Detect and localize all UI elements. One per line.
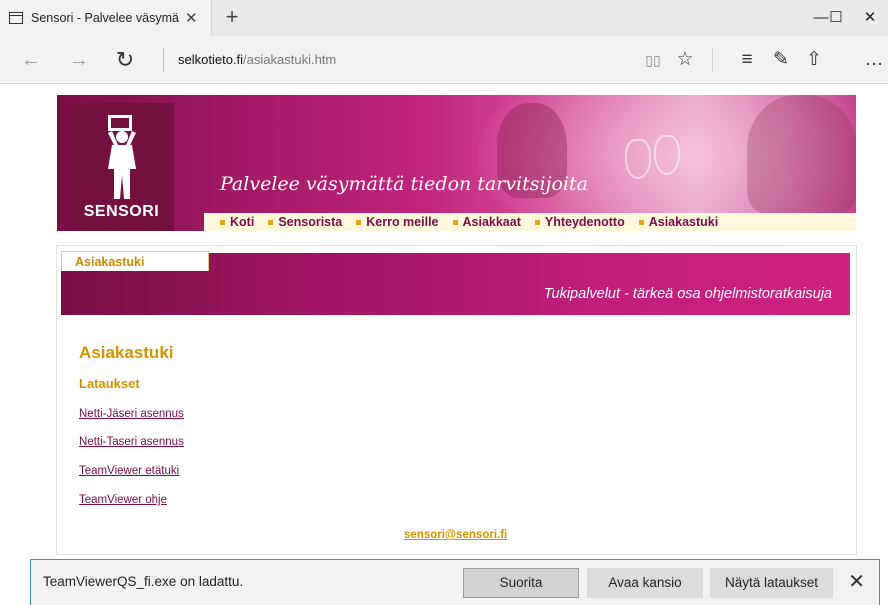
link-teamviewer-ohje[interactable]: TeamViewer ohje	[79, 494, 167, 506]
nav-item-koti[interactable]: Koti	[220, 215, 254, 229]
bullet-icon	[452, 219, 458, 225]
site-slogan: Palvelee väsymättä tiedon tarvitsijoita	[220, 173, 588, 195]
hub-icon[interactable]: ≡	[733, 46, 761, 74]
reading-view-icon[interactable]: ▯▯	[639, 46, 667, 74]
page-icon	[9, 12, 23, 24]
contact-email-link[interactable]: sensori@sensori.fi	[404, 529, 507, 541]
bullet-icon	[268, 219, 274, 225]
browser-tab[interactable]: Sensori - Palvelee väsymä ✕	[0, 0, 212, 36]
nav-item-yhteydenotto[interactable]: Yhteydenotto	[534, 215, 625, 229]
nav-label: Yhteydenotto	[544, 215, 625, 229]
back-button[interactable]: ←	[16, 46, 46, 74]
maximize-button[interactable]: ☐	[818, 0, 854, 36]
logo-text: SENSORI	[83, 203, 160, 220]
new-tab-button[interactable]: +	[219, 5, 245, 31]
refresh-button[interactable]: ↻	[110, 46, 140, 74]
bullet-icon	[356, 219, 362, 225]
downloads-heading: Lataukset	[79, 376, 140, 391]
page-title: Asiakastuki	[79, 343, 174, 362]
section-tab-label: Asiakastuki	[75, 255, 145, 269]
bullet-icon	[638, 219, 644, 225]
url-domain: selkotieto.fi	[178, 52, 244, 67]
more-icon[interactable]: …	[860, 46, 888, 74]
bullet-icon	[534, 219, 540, 225]
forward-button[interactable]: →	[64, 46, 94, 74]
nav-item-sensorista[interactable]: Sensorista	[268, 215, 342, 229]
close-window-button[interactable]: ✕	[852, 0, 888, 36]
nav-label: Kerro meille	[366, 215, 439, 229]
download-message: TeamViewerQS_fi.exe on ladattu.	[43, 574, 244, 589]
nav-label: Koti	[230, 215, 255, 229]
share-icon[interactable]: ⇧	[800, 46, 828, 74]
web-note-icon[interactable]: ✎	[767, 46, 795, 74]
nav-label: Sensorista	[278, 215, 343, 229]
businessman-icon	[108, 115, 136, 199]
nav-label: Asiakkaat	[462, 215, 521, 229]
wine-glass-icon	[625, 139, 651, 179]
favorite-star-icon[interactable]: ☆	[671, 46, 699, 74]
tab-title: Sensori - Palvelee väsymä	[31, 11, 179, 25]
wine-glass-icon	[654, 135, 680, 175]
url-field[interactable]: selkotieto.fi/asiakastuki.htm	[178, 52, 336, 67]
close-icon[interactable]: ✕	[848, 569, 865, 594]
url-separator	[163, 48, 164, 72]
banner-photo-man	[747, 95, 856, 215]
link-netti-jaseri[interactable]: Netti-Jäseri asennus	[79, 408, 184, 420]
toolbar-separator	[712, 48, 713, 72]
tab-close-icon[interactable]: ✕	[185, 9, 198, 27]
run-button[interactable]: Suorita	[463, 568, 579, 598]
open-folder-button[interactable]: Avaa kansio	[587, 568, 703, 598]
site-logo[interactable]: SENSORI	[69, 103, 174, 231]
tab-bar: Sensori - Palvelee väsymä ✕ + — ☐ ✕	[0, 0, 888, 36]
link-teamviewer-etatuki[interactable]: TeamViewer etätuki	[79, 465, 179, 477]
site-header-banner: SENSORI Palvelee väsymättä tiedon tarvit…	[57, 95, 856, 231]
download-bar: TeamViewerQS_fi.exe on ladattu. Suorita …	[30, 559, 880, 605]
section-tagline: Tukipalvelut - tärkeä osa ohjelmistoratk…	[543, 286, 832, 302]
address-bar: ← → ↻ selkotieto.fi/asiakastuki.htm ▯▯ ☆…	[0, 36, 888, 84]
section-tab: Asiakastuki	[61, 251, 209, 271]
url-path: /asiakastuki.htm	[243, 52, 337, 67]
nav-item-asiakastuki[interactable]: Asiakastuki	[638, 215, 719, 229]
nav-label: Asiakastuki	[648, 215, 719, 229]
nav-item-kerro-meille[interactable]: Kerro meille	[356, 215, 439, 229]
view-downloads-button[interactable]: Näytä lataukset	[710, 568, 833, 598]
nav-item-asiakkaat[interactable]: Asiakkaat	[452, 215, 521, 229]
link-netti-taseri[interactable]: Netti-Taseri asennus	[79, 436, 184, 448]
web-page: SENSORI Palvelee väsymättä tiedon tarvit…	[0, 85, 888, 605]
bullet-icon	[220, 219, 225, 225]
main-nav: Koti Sensorista Kerro meille Asiakkaat Y…	[204, 213, 856, 231]
